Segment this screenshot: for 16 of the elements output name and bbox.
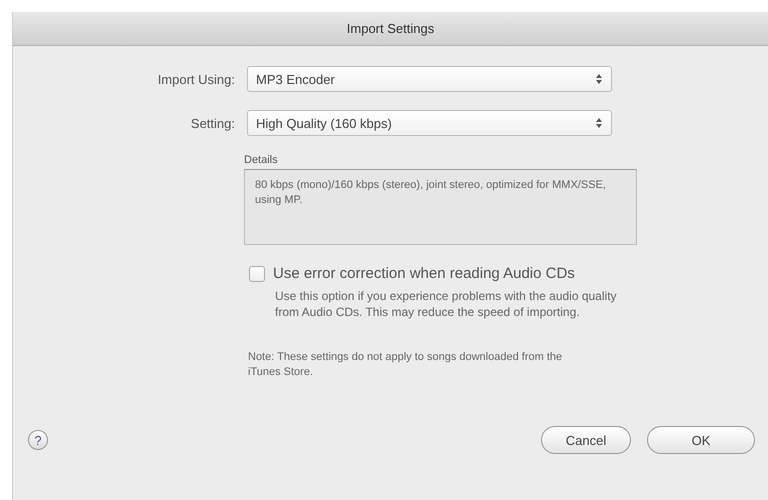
popup-menu[interactable]: High Quality (160 kbps): [247, 110, 612, 136]
checkbox-label: Use error correction when reading Audio CDs: [273, 265, 575, 282]
checkbox[interactable]: [249, 266, 265, 282]
cancel-button[interactable]: Cancel: [541, 426, 631, 454]
field-label: Import Using:: [156, 72, 235, 86]
stepper-icon: [595, 117, 603, 129]
window-title: Import Settings: [346, 21, 434, 36]
option-description: Use this option if you experience problems with the audio quality from Audio CDs. This may reduce the speed of importing.: [275, 288, 618, 320]
popup-menu[interactable]: MP3 Encoder: [247, 66, 612, 92]
field-label: Setting:: [190, 116, 235, 130]
help-button[interactable]: ?: [28, 430, 48, 450]
details-label: Details: [244, 154, 279, 166]
ok-button[interactable]: OK: [647, 426, 755, 454]
details-text: 80 kbps (mono)/160 kbps (stereo), joint stereo, optimized for MMX/SSE, using MP.: [244, 169, 637, 245]
note-text: Note: These settings do not apply to songs downloaded from the iTunes Store.: [248, 350, 564, 380]
stepper-icon: [595, 73, 603, 85]
